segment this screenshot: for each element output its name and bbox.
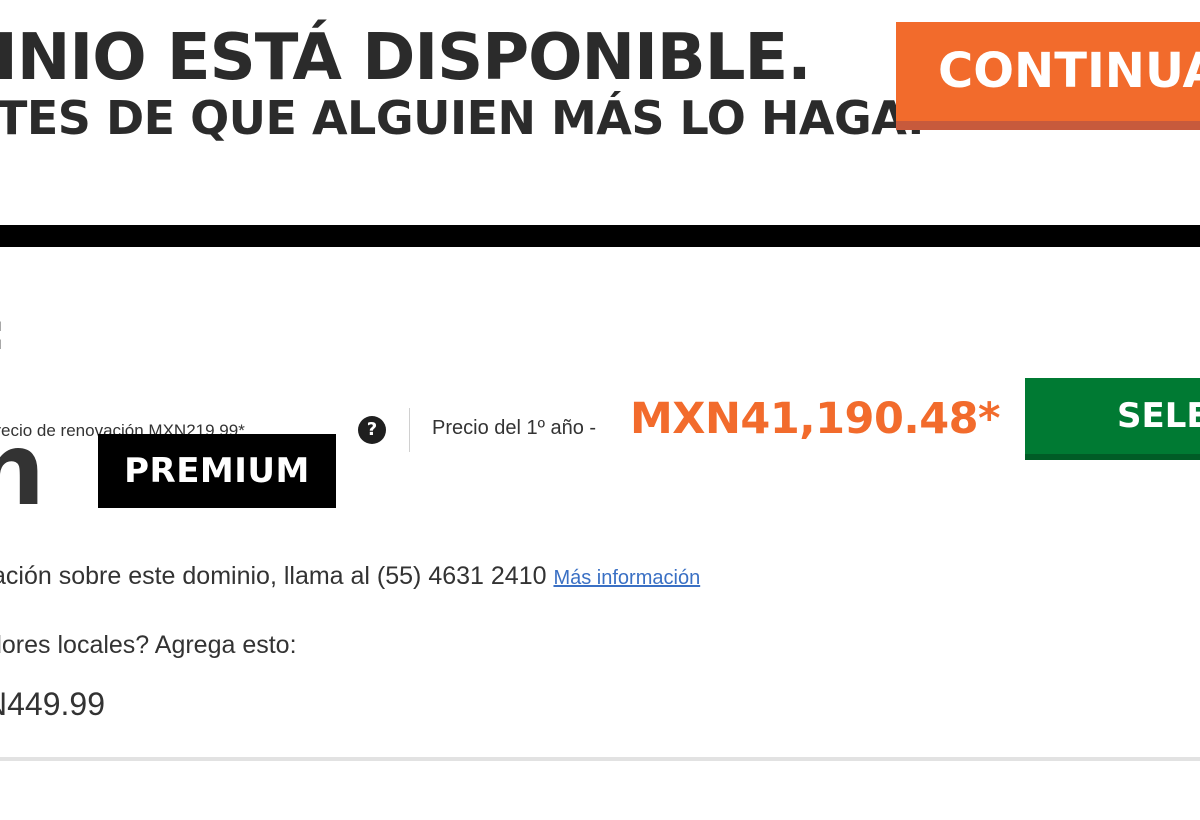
bottom-divider xyxy=(0,757,1200,761)
domain-info-line: ación sobre este dominio, llama al (55) … xyxy=(0,561,700,593)
addon-question: dores locales? Agrega esto: xyxy=(0,631,297,659)
result-heading-fragment: : xyxy=(0,302,6,362)
domain-info-text: ación sobre este dominio, llama al (55) … xyxy=(0,562,547,590)
question-circle-icon[interactable]: ? xyxy=(358,416,386,444)
addon-price: N449.99 xyxy=(0,686,105,722)
premium-badge: PREMIUM xyxy=(98,434,336,508)
price-separator xyxy=(409,408,410,452)
domain-search-page: INIO ESTÁ DISPONIBLE. TES DE QUE ALGUIEN… xyxy=(0,0,1200,820)
first-year-price-label: Precio del 1º año - xyxy=(432,417,597,439)
availability-headline: INIO ESTÁ DISPONIBLE. xyxy=(0,21,811,95)
first-year-price: MXN41,190.48* xyxy=(630,394,1001,444)
domain-name: n xyxy=(0,411,46,528)
availability-subheadline: TES DE QUE ALGUIEN MÁS LO HAGA. xyxy=(0,91,925,145)
more-info-link[interactable]: Más información xyxy=(553,567,700,589)
select-domain-button[interactable]: SELECCIONAR xyxy=(1025,378,1200,460)
section-divider xyxy=(0,225,1200,247)
continue-button[interactable]: CONTINUAR xyxy=(896,22,1200,130)
